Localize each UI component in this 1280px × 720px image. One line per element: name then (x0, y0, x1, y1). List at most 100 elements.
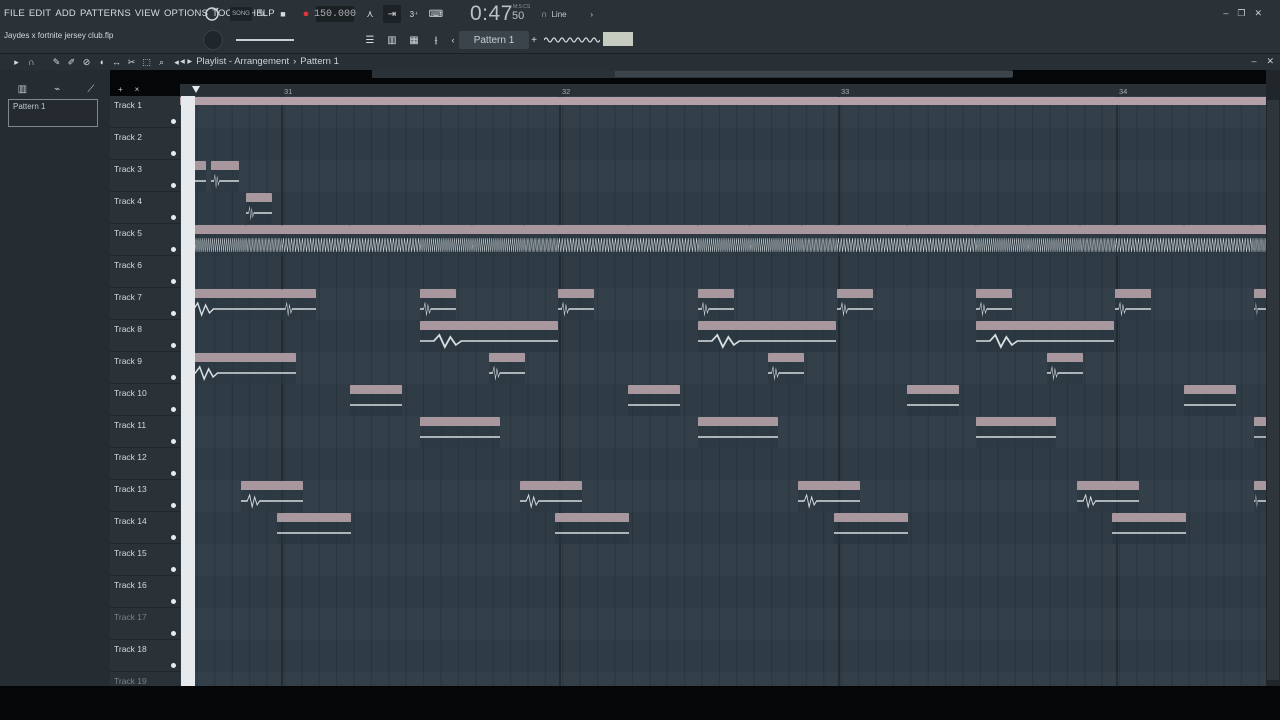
clip-header[interactable] (698, 321, 836, 330)
audio-clip[interactable] (1254, 289, 1266, 321)
clip-header[interactable] (195, 225, 246, 234)
track-header[interactable]: Track 8 (110, 320, 180, 352)
song-mode-button[interactable]: SONG (230, 7, 252, 21)
audio-clip[interactable] (1077, 481, 1139, 513)
song-time-display[interactable]: 0:47 (470, 2, 513, 26)
master-pitch-knob[interactable] (203, 30, 223, 50)
clip-header[interactable] (520, 481, 582, 490)
clip-header[interactable] (834, 513, 908, 522)
stop-icon[interactable]: ■ (274, 5, 292, 23)
clip-header[interactable] (976, 289, 1012, 298)
clip-header[interactable] (489, 353, 525, 362)
clip-header[interactable] (907, 225, 976, 234)
track-header[interactable]: Track 4 (110, 192, 180, 224)
track-enable-dot[interactable] (171, 663, 176, 668)
audio-clip[interactable] (420, 289, 456, 321)
channel-rack-icon[interactable]: ▦ (405, 31, 423, 49)
track-header[interactable]: Track 1 (110, 96, 180, 128)
slice-icon[interactable]: ✂ (125, 56, 138, 68)
track-header[interactable]: Track 11 (110, 416, 180, 448)
clip-header[interactable] (1184, 385, 1236, 394)
clip-header[interactable] (1028, 225, 1080, 234)
audio-clip[interactable] (524, 225, 558, 257)
clip-header[interactable] (698, 289, 734, 298)
clip-header[interactable] (750, 225, 802, 234)
clip-header[interactable] (1115, 225, 1184, 234)
track-header[interactable]: Track 10 (110, 384, 180, 416)
track-enable-dot[interactable] (171, 631, 176, 636)
clip-header[interactable] (837, 289, 873, 298)
clip-header[interactable] (976, 321, 1114, 330)
clip-header[interactable] (241, 481, 303, 490)
count-in-icon[interactable]: 3⁺ (405, 5, 423, 23)
audio-clip[interactable] (195, 225, 246, 257)
clip-header[interactable] (555, 513, 629, 522)
metronome-icon[interactable]: ⋏ (361, 5, 379, 23)
step-edit-icon[interactable]: ⇥ (383, 5, 401, 23)
chevron-left-icon[interactable]: ‹ (449, 33, 457, 47)
clip-header[interactable] (1252, 225, 1266, 234)
track-enable-dot[interactable] (171, 503, 176, 508)
options-arrow-icon[interactable]: ▸ (10, 56, 23, 68)
record-icon[interactable]: ● (297, 5, 315, 23)
track-enable-dot[interactable] (171, 183, 176, 188)
close-icon[interactable]: ✕ (1266, 56, 1274, 67)
remove-track-icon[interactable]: × (135, 85, 140, 94)
audio-clip[interactable] (1115, 289, 1151, 321)
playlist-icon[interactable]: ☰ (361, 31, 379, 49)
track-header[interactable]: Track 12 (110, 448, 180, 480)
menu-file[interactable]: FILE (4, 8, 25, 19)
clip-header[interactable] (1184, 225, 1252, 234)
track-enable-dot[interactable] (171, 119, 176, 124)
track-header[interactable]: Track 14 (110, 512, 180, 544)
audio-clip[interactable] (350, 385, 402, 417)
clip-header[interactable] (698, 417, 778, 426)
audio-clip[interactable] (628, 225, 698, 257)
audio-clip[interactable] (520, 481, 582, 513)
audio-clip[interactable] (1254, 481, 1266, 513)
slip-icon[interactable]: ↔ (110, 56, 123, 68)
clip-header[interactable] (420, 289, 456, 298)
clip-header[interactable] (802, 225, 837, 234)
pencil-icon[interactable]: ✎ (50, 56, 63, 68)
track-header[interactable]: Track 2 (110, 128, 180, 160)
audio-clip[interactable] (489, 353, 525, 385)
clip-header[interactable] (420, 417, 500, 426)
record-pencil-icon[interactable]: ✎ (253, 5, 271, 23)
magnet-icon[interactable]: ∩ (25, 56, 38, 68)
track-enable-dot[interactable] (171, 311, 176, 316)
minimize-icon[interactable]: – (1251, 56, 1256, 67)
track-enable-dot[interactable] (171, 567, 176, 572)
track-header[interactable]: Track 7 (110, 288, 180, 320)
audio-clip[interactable] (907, 225, 976, 257)
audio-clip[interactable] (1028, 225, 1080, 257)
automation-icon[interactable]: ⟋ (87, 84, 94, 95)
audio-clip[interactable] (768, 353, 804, 385)
add-track-icon[interactable]: + (118, 85, 123, 94)
audio-clip[interactable] (472, 225, 524, 257)
track-enable-dot[interactable] (171, 439, 176, 444)
audio-clip[interactable] (837, 225, 907, 257)
delete-icon[interactable]: ⊘ (80, 56, 93, 68)
audio-clip[interactable] (1080, 225, 1115, 257)
clip-header[interactable] (698, 225, 750, 234)
close-icon[interactable]: ✕ (1254, 8, 1262, 19)
clip-header[interactable] (558, 289, 594, 298)
clip-header[interactable] (246, 193, 272, 202)
track-enable-dot[interactable] (171, 247, 176, 252)
clip-header[interactable] (246, 225, 282, 234)
audio-clip[interactable] (555, 513, 629, 545)
audio-clip[interactable] (558, 289, 594, 321)
clip-header[interactable] (350, 225, 420, 234)
horizontal-scroll-thumb[interactable] (615, 71, 1013, 77)
audio-clip[interactable] (246, 225, 282, 257)
restore-icon[interactable]: ❐ (1237, 8, 1245, 19)
clip-header[interactable] (184, 289, 282, 298)
menu-edit[interactable]: EDIT (29, 8, 51, 19)
audio-clip[interactable] (976, 321, 1114, 353)
mixer-icon[interactable]: ⫲ (427, 31, 445, 49)
track-header[interactable]: Track 3 (110, 160, 180, 192)
audio-clip[interactable] (420, 321, 558, 353)
track-enable-dot[interactable] (171, 279, 176, 284)
audio-clip-icon[interactable]: ⌁ (54, 84, 60, 95)
